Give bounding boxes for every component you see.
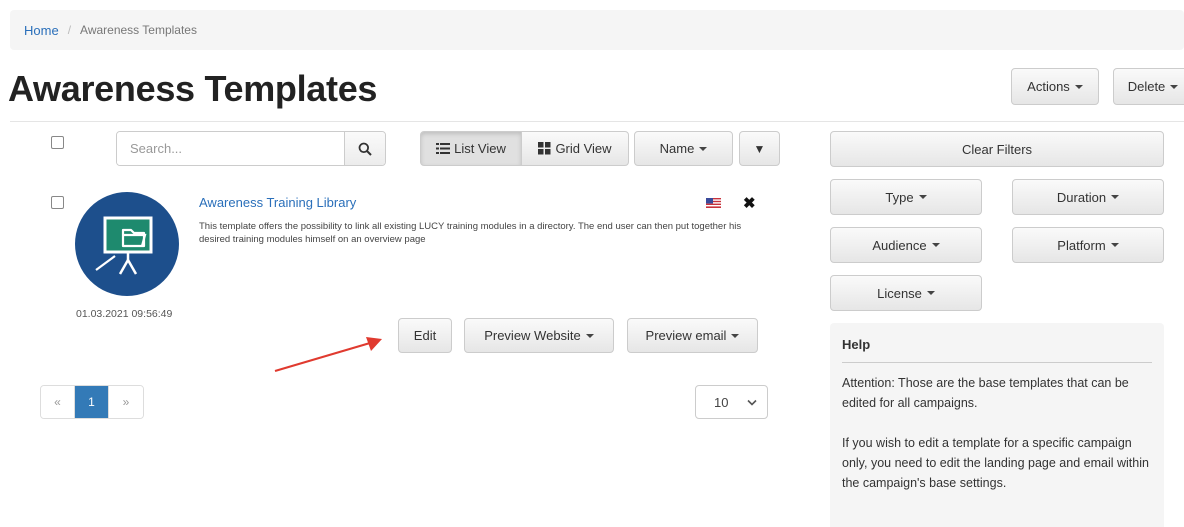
caret-down-icon bbox=[1170, 84, 1179, 89]
search-icon bbox=[358, 142, 372, 156]
page-title: Awareness Templates bbox=[8, 68, 378, 109]
breadcrumb-home-link[interactable]: Home bbox=[24, 23, 59, 38]
sort-field-label: Name bbox=[659, 141, 695, 156]
annotation-arrow-icon bbox=[274, 337, 382, 373]
preview-website-label: Preview Website bbox=[484, 328, 581, 343]
caret-down-icon bbox=[1110, 243, 1119, 247]
per-page-select[interactable]: 10 bbox=[695, 385, 768, 419]
preview-website-dropdown[interactable]: Preview Website bbox=[464, 318, 614, 353]
caret-down-icon bbox=[926, 291, 935, 295]
item-checkbox[interactable] bbox=[51, 196, 64, 209]
pagination-page[interactable]: 1 bbox=[75, 386, 109, 418]
duration-filter-dropdown[interactable]: Duration bbox=[1012, 179, 1164, 215]
grid-view-label: Grid View bbox=[555, 141, 612, 156]
pagination-prev[interactable]: « bbox=[41, 386, 75, 418]
template-date: 01.03.2021 09:56:49 bbox=[76, 308, 173, 320]
remove-icon[interactable]: ✖ bbox=[743, 194, 756, 212]
preview-email-label: Preview email bbox=[645, 328, 727, 343]
list-view-label: List View bbox=[454, 141, 506, 156]
delete-label: Delete bbox=[1127, 79, 1166, 94]
list-icon bbox=[436, 143, 451, 154]
caret-down-icon bbox=[585, 333, 594, 338]
platform-filter-dropdown[interactable]: Platform bbox=[1012, 227, 1164, 263]
caret-down-icon bbox=[1111, 195, 1120, 199]
license-filter-dropdown[interactable]: License bbox=[830, 275, 982, 311]
help-title: Help bbox=[842, 337, 1152, 363]
list-view-button[interactable]: List View bbox=[420, 131, 522, 166]
breadcrumb: Home / Awareness Templates bbox=[10, 10, 1184, 50]
actions-dropdown-button[interactable]: Actions bbox=[1011, 68, 1099, 105]
caret-down-icon bbox=[731, 333, 740, 338]
template-description: This template offers the possibility to … bbox=[199, 221, 742, 245]
pagination-next[interactable]: » bbox=[109, 386, 143, 418]
grid-view-button[interactable]: Grid View bbox=[521, 131, 629, 166]
audience-filter-label: Audience bbox=[872, 237, 927, 253]
select-all-checkbox[interactable] bbox=[51, 136, 64, 149]
caret-down-icon bbox=[931, 243, 940, 247]
per-page-value: 10 bbox=[714, 394, 729, 410]
platform-filter-label: Platform bbox=[1057, 237, 1106, 253]
audience-filter-dropdown[interactable]: Audience bbox=[830, 227, 982, 263]
license-filter-label: License bbox=[877, 285, 922, 301]
search-input[interactable] bbox=[117, 132, 344, 165]
actions-label: Actions bbox=[1027, 79, 1070, 94]
sort-field-dropdown[interactable]: Name bbox=[634, 131, 733, 166]
divider bbox=[10, 121, 1184, 122]
sort-direction-button[interactable]: ▼ bbox=[739, 131, 780, 166]
delete-dropdown-button[interactable]: Delete bbox=[1113, 68, 1184, 105]
us-flag-icon[interactable] bbox=[706, 198, 721, 208]
template-logo bbox=[75, 192, 179, 296]
chevron-down-icon bbox=[747, 399, 757, 406]
help-panel: Help Attention: Those are the base templ… bbox=[830, 323, 1164, 527]
clear-filters-button[interactable]: Clear Filters bbox=[830, 131, 1164, 167]
duration-filter-label: Duration bbox=[1056, 189, 1107, 205]
caret-down-icon bbox=[918, 195, 927, 199]
type-filter-label: Type bbox=[885, 189, 914, 205]
preview-email-dropdown[interactable]: Preview email bbox=[627, 318, 758, 353]
breadcrumb-separator: / bbox=[67, 23, 72, 37]
grid-icon bbox=[538, 142, 551, 155]
pagination: « 1 » bbox=[40, 385, 144, 419]
sort-direction-icon: ▼ bbox=[753, 141, 766, 156]
caret-down-icon bbox=[1074, 84, 1083, 89]
template-title-link[interactable]: Awareness Training Library bbox=[199, 195, 356, 210]
caret-down-icon bbox=[699, 146, 708, 151]
edit-button[interactable]: Edit bbox=[398, 318, 452, 353]
help-paragraph-2: If you wish to edit a template for a spe… bbox=[842, 436, 1149, 490]
help-paragraph-1: Attention: Those are the base templates … bbox=[842, 376, 1129, 410]
search-group bbox=[116, 131, 386, 166]
presentation-board-icon bbox=[95, 216, 153, 275]
type-filter-dropdown[interactable]: Type bbox=[830, 179, 982, 215]
search-button[interactable] bbox=[344, 132, 385, 165]
breadcrumb-current: Awareness Templates bbox=[80, 23, 197, 37]
